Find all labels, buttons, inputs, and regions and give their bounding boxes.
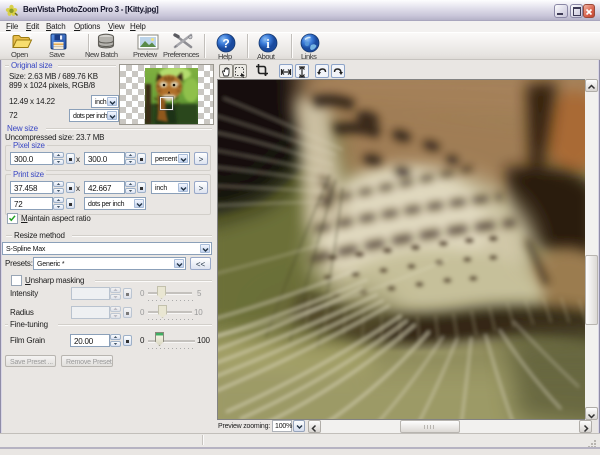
svg-text:i: i (266, 37, 270, 51)
svg-text:?: ? (222, 37, 229, 51)
